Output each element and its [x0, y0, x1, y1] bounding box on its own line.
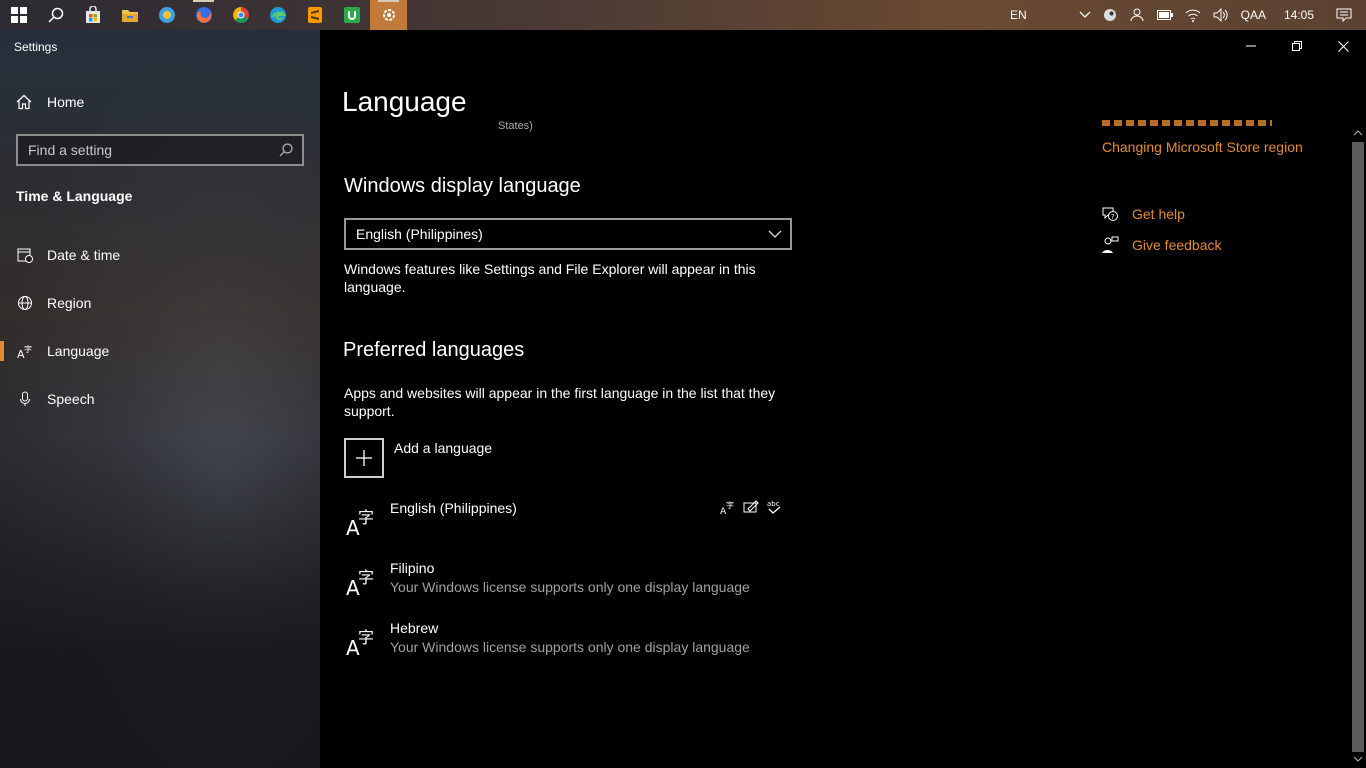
restore-button[interactable] [1274, 30, 1320, 62]
input-language-indicator[interactable]: EN [1004, 0, 1033, 30]
sublime-text-icon[interactable] [296, 0, 333, 30]
file-explorer-icon[interactable] [111, 0, 148, 30]
give-feedback-link[interactable]: Give feedback [1100, 235, 1222, 255]
search-icon[interactable] [37, 0, 74, 30]
language-icon: A字 [346, 568, 374, 596]
language-name: Filipino [390, 560, 435, 576]
svg-text:?: ? [1111, 213, 1115, 221]
system-tray: EN QAA 14:05 [1004, 0, 1366, 30]
battery-icon[interactable] [1151, 0, 1179, 30]
preferred-languages-heading: Preferred languages [343, 339, 525, 361]
windows-start-icon[interactable] [0, 0, 37, 30]
page-title: Language [342, 86, 467, 117]
sidebar-item-date-time[interactable]: Date & time [0, 235, 320, 275]
sidebar-item-label: Region [47, 295, 92, 311]
taskbar: EN QAA 14:05 [0, 0, 1366, 30]
globe-app-icon[interactable] [148, 0, 185, 30]
language-name: English (Philippines) [390, 500, 517, 516]
steam-icon[interactable] [1097, 0, 1123, 30]
store-region-link[interactable]: Changing Microsoft Store region [1102, 139, 1303, 155]
search-placeholder: Find a setting [28, 142, 113, 158]
plus-icon [344, 438, 384, 478]
display-language-feature-icon: A字 [720, 500, 734, 515]
language-icon: A字 [17, 343, 33, 359]
sidebar-item-language[interactable]: A字 Language [0, 331, 320, 371]
add-language-button[interactable]: Add a language [344, 438, 492, 478]
clock[interactable]: 14:05 [1272, 0, 1326, 30]
section-title: Time & Language [16, 188, 133, 204]
microphone-icon [17, 391, 33, 407]
chevron-up-icon[interactable] [1073, 0, 1097, 30]
display-language-heading: Windows display language [344, 175, 581, 197]
settings-icon[interactable] [370, 0, 407, 30]
get-help-link[interactable]: ? Get help [1100, 204, 1185, 224]
svg-text:字: 字 [358, 628, 374, 647]
scroll-up-icon[interactable] [1353, 128, 1363, 138]
volume-icon[interactable] [1207, 0, 1235, 30]
scrollbar[interactable] [1350, 126, 1366, 768]
display-language-dropdown[interactable]: English (Philippines) [344, 218, 792, 250]
dropdown-value: English (Philippines) [356, 226, 483, 242]
search-icon[interactable] [278, 142, 294, 158]
feedback-icon [1100, 235, 1120, 255]
language-note: Your Windows license supports only one d… [390, 579, 750, 595]
svg-text:字: 字 [358, 508, 374, 527]
scroll-thumb[interactable] [1352, 142, 1364, 752]
handwriting-feature-icon [743, 500, 759, 513]
home-nav-item[interactable]: Home [16, 94, 84, 110]
clipped-link [1102, 118, 1322, 128]
scroll-down-icon[interactable] [1353, 754, 1363, 764]
get-help-icon: ? [1100, 204, 1120, 224]
close-icon [1337, 40, 1349, 52]
edge-icon[interactable] [259, 0, 296, 30]
add-language-label: Add a language [394, 440, 493, 456]
close-button[interactable] [1320, 30, 1366, 62]
app-title: Settings [14, 40, 58, 54]
restore-icon [1292, 41, 1302, 51]
user-indicator[interactable]: QAA [1235, 0, 1272, 30]
language-name: Hebrew [390, 620, 439, 636]
sidebar-item-label: Date & time [47, 247, 121, 263]
sidebar-item-label: Language [47, 343, 110, 359]
language-note: Your Windows license supports only one d… [390, 639, 750, 655]
give-feedback-label: Give feedback [1132, 237, 1222, 253]
get-help-label: Get help [1132, 206, 1185, 222]
green-app-icon[interactable] [333, 0, 370, 30]
people-icon[interactable] [1123, 0, 1151, 30]
svg-text:字: 字 [24, 344, 32, 354]
sidebar-item-label: Speech [47, 391, 95, 407]
preferred-languages-description: Apps and websites will appear in the fir… [344, 385, 776, 419]
chrome-icon[interactable] [222, 0, 259, 30]
svg-text:字: 字 [726, 500, 734, 510]
list-item[interactable]: A字 Filipino Your Windows license support… [346, 560, 786, 610]
svg-text:字: 字 [358, 568, 374, 587]
spellcheck-feature-icon: abc [767, 500, 781, 514]
svg-text:abc: abc [767, 500, 780, 508]
settings-sidebar: Settings Home Find a setting Time & Lang… [0, 30, 320, 768]
sidebar-item-region[interactable]: Region [0, 283, 320, 323]
language-icon: A字 [346, 508, 374, 536]
search-input[interactable]: Find a setting [16, 134, 304, 166]
list-item[interactable]: A字 Hebrew Your Windows license supports … [346, 620, 786, 670]
main-content: Language States) Windows display languag… [320, 30, 1366, 768]
home-label: Home [47, 94, 85, 110]
calendar-clock-icon [17, 247, 33, 263]
list-item[interactable]: A字 English (Philippines) A字 abc [346, 500, 786, 550]
display-language-description: Windows features like Settings and File … [344, 261, 756, 295]
language-icon: A字 [346, 628, 374, 656]
chevron-down-icon [768, 230, 782, 238]
firefox-icon[interactable] [185, 0, 222, 30]
notifications-icon[interactable] [1326, 0, 1366, 30]
store-icon[interactable] [74, 0, 111, 30]
home-icon [16, 94, 32, 110]
sidebar-item-speech[interactable]: Speech [0, 379, 320, 419]
wifi-icon[interactable] [1179, 0, 1207, 30]
minimize-icon [1246, 45, 1256, 47]
clipped-text: States) [498, 120, 533, 132]
minimize-button[interactable] [1228, 30, 1274, 62]
globe-region-icon [17, 295, 33, 311]
